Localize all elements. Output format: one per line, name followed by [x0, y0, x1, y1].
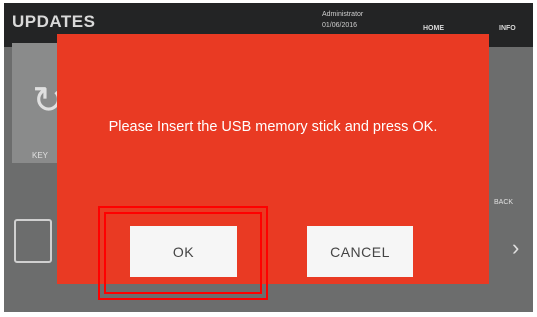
page-title: UPDATES [12, 12, 96, 31]
monitor-icon[interactable] [14, 219, 52, 263]
chevron-right-icon[interactable]: › [512, 235, 519, 261]
info-button[interactable]: INFO [499, 25, 516, 32]
dialog-message: Please Insert the USB memory stick and p… [108, 119, 438, 135]
cancel-button[interactable]: CANCEL [307, 226, 413, 277]
home-button[interactable]: HOME [423, 25, 444, 32]
back-button[interactable]: BACK [494, 199, 513, 206]
user-info: Administrator 01/06/2016 [322, 11, 364, 29]
key-label: KEY [32, 151, 49, 160]
highlight-box-inner [104, 212, 262, 294]
